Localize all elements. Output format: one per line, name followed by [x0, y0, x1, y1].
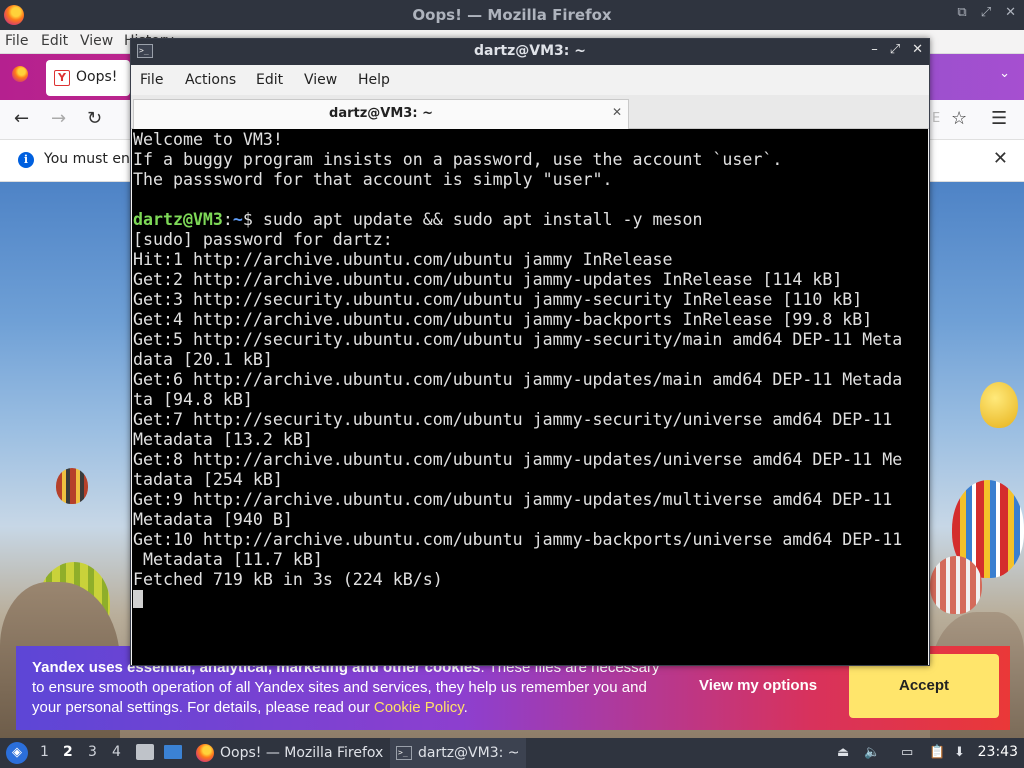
terminal-tab-title: dartz@VM3: ~ [329, 106, 433, 121]
back-icon[interactable]: ← [14, 108, 29, 129]
terminal-window: >_ dartz@VM3: ~ – ⤢ ✕ File Actions Edit … [130, 38, 930, 666]
tab-close-icon[interactable]: ✕ [612, 105, 622, 119]
terminal-menu-actions[interactable]: Actions [185, 72, 236, 88]
url-bar-tail[interactable]: E [932, 111, 940, 126]
terminal-window-title: dartz@VM3: ~ [474, 43, 586, 59]
file-manager-icon[interactable] [136, 744, 154, 760]
terminal-menubar: File Actions Edit View Help [131, 65, 929, 95]
terminal-tabbar: dartz@VM3: ~ ✕ [131, 95, 929, 129]
prompt-symbol: $ [242, 210, 253, 229]
taskbar-terminal-label: dartz@VM3: ~ [418, 745, 520, 761]
terminal-motd: Welcome to VM3! If a buggy program insis… [133, 130, 783, 189]
prompt-user: dartz@VM3 [133, 210, 223, 229]
text-cursor [133, 590, 143, 608]
firefox-window-controls: ⧉ ⤢ ✕ [957, 5, 1016, 20]
info-icon: i [18, 152, 34, 168]
firefox-window-title: Oops! — Mozilla Firefox [412, 6, 612, 24]
upload-tray-icon[interactable]: ⏏ [837, 745, 849, 760]
balloon-image [930, 556, 982, 614]
firefox-titlebar: Oops! — Mozilla Firefox ⧉ ⤢ ✕ [0, 0, 1024, 30]
tab-list-chevron-icon[interactable]: ⌄ [999, 66, 1010, 81]
balloon-image [980, 382, 1018, 428]
prompt-path: ~ [232, 210, 243, 229]
terminal-titlebar[interactable]: >_ dartz@VM3: ~ – ⤢ ✕ [131, 39, 929, 65]
yandex-favicon-icon: Y [54, 70, 70, 86]
forward-icon[interactable]: → [51, 108, 66, 129]
workspace-2[interactable]: 2 [63, 744, 73, 760]
terminal-tab[interactable]: dartz@VM3: ~ ✕ [133, 99, 629, 129]
taskbar-terminal-task[interactable]: >_ dartz@VM3: ~ [390, 738, 526, 768]
clipboard-icon[interactable]: 📋 [929, 745, 945, 760]
terminal-window-controls: – ⤢ ✕ [871, 42, 923, 57]
taskbar-firefox-task[interactable]: Oops! — Mozilla Firefox [190, 738, 389, 768]
notice-close-icon[interactable]: ✕ [993, 148, 1008, 169]
balloon-image [56, 468, 88, 504]
terminal-menu-view[interactable]: View [304, 72, 337, 88]
window-maximize-icon[interactable]: ⤢ [981, 5, 991, 20]
network-icon[interactable]: ▭ [901, 745, 913, 760]
browser-tab-title: Oops! [76, 69, 118, 85]
terminal-command: sudo apt update && sudo apt install -y m… [252, 210, 703, 229]
terminal-text: Welcome to VM3! If a buggy program insis… [133, 130, 902, 610]
app-menu-icon[interactable]: ☰ [991, 108, 1007, 129]
workspace-3[interactable]: 3 [88, 744, 97, 760]
terminal-menu-file[interactable]: File [140, 72, 163, 88]
workspace-4[interactable]: 4 [112, 744, 121, 760]
menu-file[interactable]: File [5, 33, 28, 49]
terminal-output[interactable]: Welcome to VM3! If a buggy program insis… [132, 129, 928, 665]
clock[interactable]: 23:43 [978, 744, 1018, 760]
maximize-icon[interactable]: ⤢ [890, 42, 900, 57]
close-icon[interactable]: ✕ [912, 42, 923, 57]
firefox-view-icon[interactable] [12, 66, 28, 82]
reload-icon[interactable]: ↻ [87, 108, 102, 129]
volume-icon[interactable]: 🔈 [864, 745, 880, 760]
window-restore-icon[interactable]: ⧉ [957, 5, 966, 20]
cookie-tail-text: . [463, 699, 468, 716]
minimize-icon[interactable]: – [871, 42, 878, 57]
terminal-command-output: [sudo] password for dartz: Hit:1 http://… [133, 230, 903, 589]
menu-view[interactable]: View [80, 33, 113, 49]
show-desktop-icon[interactable] [164, 745, 182, 759]
menu-edit[interactable]: Edit [41, 33, 68, 49]
taskbar-firefox-label: Oops! — Mozilla Firefox [220, 745, 384, 761]
start-menu-icon[interactable]: ◈ [6, 742, 28, 764]
terminal-icon: >_ [396, 746, 412, 760]
view-options-button[interactable]: View my options [699, 677, 817, 694]
cookie-text: Yandex uses essential, analytical, marke… [32, 658, 672, 718]
firefox-icon [196, 744, 214, 762]
terminal-menu-edit[interactable]: Edit [256, 72, 283, 88]
update-notification-icon[interactable]: ⬇ [954, 745, 965, 760]
terminal-menu-help[interactable]: Help [358, 72, 390, 88]
taskbar: ◈ 1 2 3 4 Oops! — Mozilla Firefox >_ dar… [0, 738, 1024, 768]
prompt-separator: : [222, 210, 233, 229]
workspace-1[interactable]: 1 [40, 744, 49, 760]
browser-tab[interactable]: Y Oops! [46, 60, 130, 96]
bookmark-star-icon[interactable]: ☆ [951, 108, 967, 129]
window-close-icon[interactable]: ✕ [1005, 5, 1016, 20]
cookie-policy-link[interactable]: Cookie Policy [374, 699, 464, 716]
